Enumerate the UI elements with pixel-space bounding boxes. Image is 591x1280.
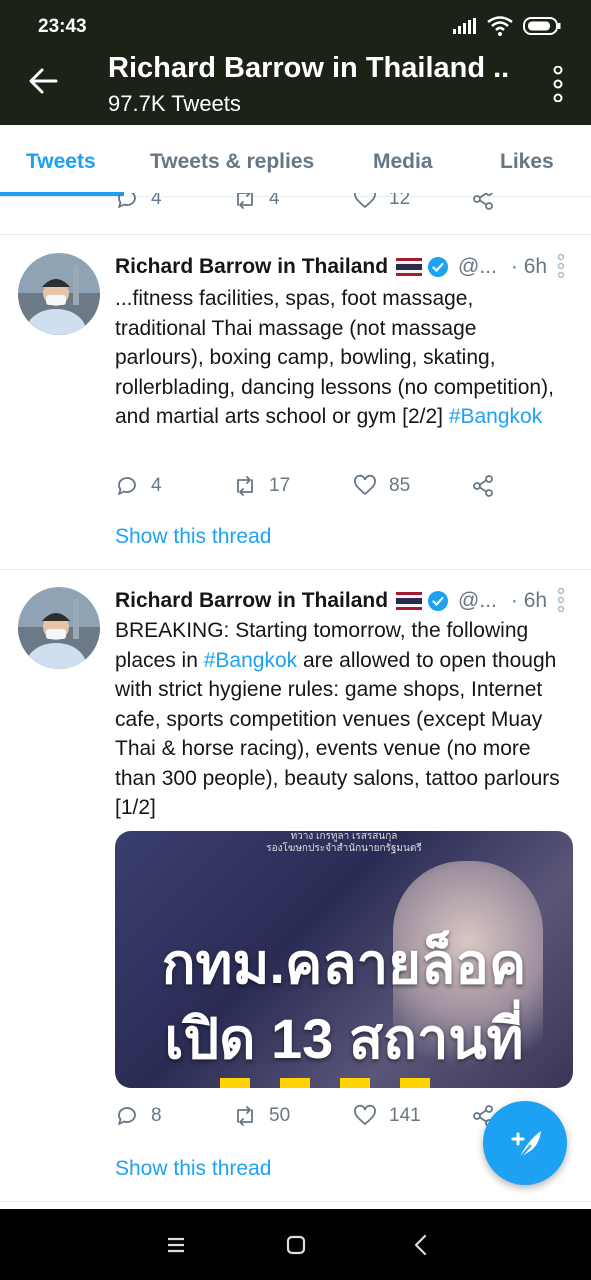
media-headline-2: เปิด 13 สถานที่ bbox=[164, 1007, 524, 1070]
reply-icon bbox=[118, 193, 136, 208]
retweet-button[interactable]: 50 bbox=[233, 1104, 290, 1128]
tab-tweets[interactable]: Tweets bbox=[26, 150, 96, 174]
profile-header: 23:43 Richard Barrow in Thailand ... 97.… bbox=[0, 0, 591, 125]
signal-icon bbox=[453, 18, 476, 34]
reply-button[interactable]: 8 bbox=[115, 1104, 162, 1128]
compose-feather-icon bbox=[511, 1131, 541, 1160]
back-arrow-icon[interactable] bbox=[28, 66, 58, 96]
more-options-icon[interactable] bbox=[553, 66, 563, 102]
retweet-icon bbox=[237, 193, 253, 209]
retweet-count: 50 bbox=[269, 1105, 291, 1126]
tweet-body-end: are allowed to open though with strict h… bbox=[115, 648, 560, 820]
home-icon[interactable] bbox=[282, 1231, 310, 1259]
active-tab-indicator bbox=[0, 192, 124, 196]
retweet-button[interactable]: 4 bbox=[233, 193, 280, 211]
like-count: 141 bbox=[389, 1105, 421, 1126]
retweet-count: 4 bbox=[269, 193, 280, 209]
tweet-text: BREAKING: Starting tomorrow, the followi… bbox=[115, 616, 565, 823]
reply-button[interactable]: 4 bbox=[115, 474, 162, 498]
menu-recents-icon[interactable] bbox=[162, 1231, 190, 1259]
heart-icon bbox=[354, 474, 376, 496]
share-button[interactable] bbox=[471, 193, 495, 211]
reply-count: 8 bbox=[151, 1105, 162, 1126]
tweet-time: · 6h bbox=[510, 589, 548, 612]
hashtag-link[interactable]: #Bangkok bbox=[204, 649, 297, 672]
share-icon bbox=[473, 193, 493, 210]
tweet-time: · 6h bbox=[510, 255, 548, 278]
hashtag-link[interactable]: #Bangkok bbox=[449, 405, 542, 428]
status-icons bbox=[453, 16, 561, 36]
profile-name: Richard Barrow in Thailand ... bbox=[108, 52, 508, 84]
wifi-icon bbox=[487, 16, 513, 36]
retweet-button[interactable]: 17 bbox=[233, 474, 290, 498]
like-button[interactable]: 85 bbox=[353, 474, 410, 498]
reply-icon bbox=[118, 477, 136, 495]
divider bbox=[0, 1201, 591, 1202]
tweet-header: Richard Barrow in Thailand @... · 6h bbox=[115, 255, 547, 279]
avatar[interactable] bbox=[18, 587, 100, 669]
like-button[interactable]: 141 bbox=[353, 1104, 421, 1128]
reply-count: 4 bbox=[151, 475, 162, 496]
tweet-text: ...fitness facilities, spas, foot massag… bbox=[115, 284, 565, 432]
avatar[interactable] bbox=[18, 253, 100, 335]
battery-icon bbox=[523, 17, 561, 35]
profile-tabs: Tweets Tweets & replies Media Likes bbox=[0, 125, 591, 197]
tweet-header: Richard Barrow in Thailand @... · 6h bbox=[115, 589, 547, 613]
status-time: 23:43 bbox=[38, 16, 87, 37]
media-headline-3-partial bbox=[220, 1078, 460, 1088]
thailand-flag-icon bbox=[396, 592, 423, 610]
tweet-more-icon[interactable] bbox=[557, 588, 565, 612]
tab-media[interactable]: Media bbox=[373, 150, 433, 174]
like-count: 85 bbox=[389, 475, 411, 496]
reply-button[interactable]: 4 bbox=[115, 193, 162, 211]
prev-tweet-actions: 4 4 12 bbox=[115, 193, 515, 217]
reply-count: 4 bbox=[151, 193, 162, 209]
author-handle: @... bbox=[458, 255, 497, 278]
show-thread-link[interactable]: Show this thread bbox=[115, 525, 271, 549]
tab-tweets-and-replies[interactable]: Tweets & replies bbox=[150, 150, 314, 174]
tweet-actions: 8 50 141 bbox=[115, 1104, 515, 1134]
author-name[interactable]: Richard Barrow in Thailand bbox=[115, 589, 388, 613]
thailand-flag-icon bbox=[396, 258, 423, 276]
tweet-media-image[interactable]: ทวาง เกรทูลา เรสรสนกุล รองโฆษกประจำสำนัก… bbox=[115, 831, 573, 1088]
author-handle: @... bbox=[458, 589, 497, 612]
tweet-count: 97.7K Tweets bbox=[108, 91, 241, 116]
retweet-count: 17 bbox=[269, 475, 291, 496]
back-nav-icon[interactable] bbox=[407, 1231, 435, 1259]
tab-likes[interactable]: Likes bbox=[500, 150, 554, 174]
tweet-actions: 4 17 85 bbox=[115, 474, 515, 504]
share-button[interactable] bbox=[471, 474, 495, 498]
verified-badge-icon bbox=[428, 591, 449, 611]
heart-icon bbox=[354, 193, 376, 209]
verified-badge-icon bbox=[428, 257, 449, 277]
reply-icon bbox=[118, 1107, 136, 1125]
system-navigation-bar bbox=[0, 1209, 591, 1280]
compose-tweet-button[interactable] bbox=[483, 1101, 567, 1185]
tweet-more-icon[interactable] bbox=[557, 254, 565, 278]
media-caption: ทวาง เกรทูลา เรสรสนกุล รองโฆษกประจำสำนัก… bbox=[266, 831, 422, 854]
heart-icon bbox=[354, 1104, 376, 1126]
tweet[interactable]: Richard Barrow in Thailand @... · 6h ...… bbox=[0, 234, 591, 569]
retweet-icon bbox=[237, 476, 253, 496]
author-name[interactable]: Richard Barrow in Thailand bbox=[115, 255, 388, 279]
like-count: 12 bbox=[389, 193, 411, 209]
show-thread-link[interactable]: Show this thread bbox=[115, 1157, 271, 1181]
retweet-icon bbox=[237, 1106, 253, 1126]
like-button[interactable]: 12 bbox=[353, 193, 410, 211]
share-icon bbox=[473, 475, 493, 497]
